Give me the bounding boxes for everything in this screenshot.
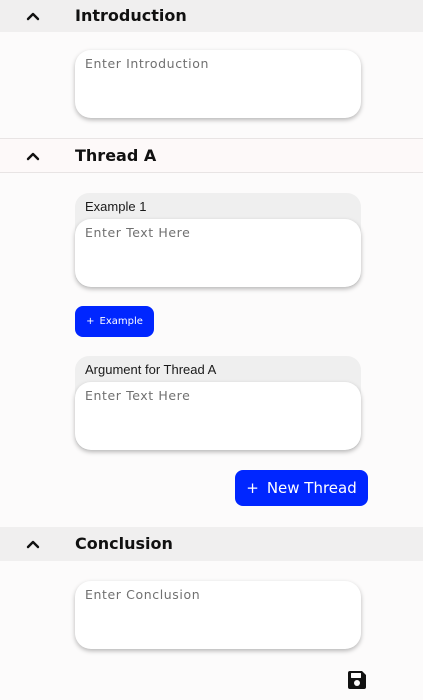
argument-label: Argument for Thread A — [85, 362, 217, 377]
chevron-up-icon[interactable] — [26, 11, 40, 21]
example-input[interactable] — [75, 219, 361, 287]
plus-icon: + — [246, 479, 259, 497]
new-thread-button[interactable]: + New Thread — [235, 470, 368, 506]
argument-input[interactable] — [75, 382, 361, 450]
introduction-header[interactable]: Introduction — [0, 0, 423, 32]
floppy-disk-icon[interactable] — [346, 669, 368, 691]
introduction-title: Introduction — [75, 6, 187, 25]
example-card: Example 1 — [75, 193, 361, 287]
introduction-input[interactable] — [75, 50, 361, 118]
argument-card: Argument for Thread A — [75, 356, 361, 450]
chevron-up-icon[interactable] — [26, 539, 40, 549]
conclusion-input[interactable] — [75, 581, 361, 649]
conclusion-header[interactable]: Conclusion — [0, 527, 423, 561]
plus-icon: + — [86, 316, 95, 327]
example-label: Example 1 — [85, 199, 147, 214]
thread-a-header[interactable]: Thread A — [0, 138, 423, 173]
thread-a-title: Thread A — [75, 146, 157, 165]
conclusion-title: Conclusion — [75, 534, 173, 553]
new-thread-label: New Thread — [266, 479, 357, 497]
add-example-button[interactable]: + Example — [75, 306, 154, 337]
chevron-up-icon[interactable] — [26, 151, 40, 161]
add-example-label: Example — [99, 316, 143, 327]
